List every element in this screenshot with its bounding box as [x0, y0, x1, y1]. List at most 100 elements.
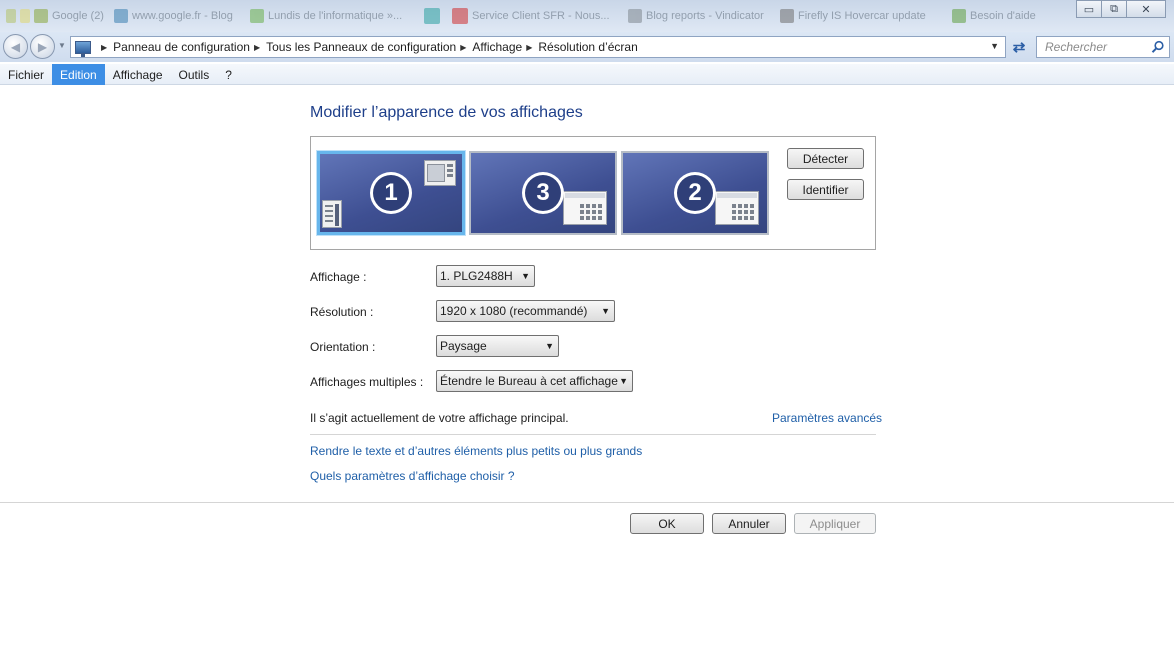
restore-icon: ⧉: [1110, 2, 1118, 15]
menu-help[interactable]: ?: [217, 64, 240, 85]
breadcrumb-arrow-icon[interactable]: ▶: [526, 43, 532, 52]
monitor-window-preview: [715, 191, 759, 225]
taskbar-tab-icon: [250, 9, 264, 23]
minimize-icon: ▭: [1083, 3, 1095, 16]
close-icon: ✕: [1141, 3, 1151, 16]
address-dropdown-icon[interactable]: ▼: [990, 41, 999, 51]
breadcrumb-arrow-icon[interactable]: ▶: [254, 43, 260, 52]
back-arrow-icon: ◀: [10, 39, 21, 54]
taskbar-tab[interactable]: Blog reports - Vindicator: [628, 8, 764, 24]
recent-pages-dropdown[interactable]: ▼: [58, 41, 66, 50]
menu-bar: Fichier Edition Affichage Outils ?: [0, 64, 1174, 85]
monitor-number-badge: 1: [370, 172, 412, 214]
taskbar-tab[interactable]: Besoin d'aide: [952, 8, 1036, 24]
multiple-displays-select-value: Étendre le Bureau à cet affichage: [440, 374, 618, 388]
close-button[interactable]: ✕: [1126, 0, 1166, 18]
monitor-number: 2: [677, 175, 713, 211]
taskbar-tab-icon: [34, 9, 48, 23]
breadcrumb-arrow-icon[interactable]: ▶: [460, 43, 466, 52]
display-select[interactable]: 1. PLG2488H ▼: [436, 265, 535, 287]
divider: [0, 502, 1174, 503]
text-size-link[interactable]: Rendre le texte et d’autres éléments plu…: [310, 444, 642, 458]
page-title: Modifier l’apparence de vos affichages: [310, 104, 583, 121]
multiple-displays-select[interactable]: Étendre le Bureau à cet affichage ▼: [436, 370, 633, 392]
monitor-window-preview: [424, 160, 456, 186]
control-panel-icon: [75, 40, 91, 57]
menu-tools[interactable]: Outils: [171, 64, 218, 85]
taskbar-tab-label: Besoin d'aide: [970, 10, 1036, 22]
window-titlebar: Google (2) www.google.fr - Blog Lundis d…: [0, 0, 1174, 32]
taskbar-tab-label: www.google.fr - Blog: [132, 10, 233, 22]
window-controls: ▭ ⧉ ✕: [1076, 0, 1166, 18]
monitor-arrangement-panel: 1 3 2 Détecter Identifier: [310, 136, 876, 250]
monitor-window-preview: [563, 191, 607, 225]
monitor-number-badge: 2: [674, 172, 716, 214]
taskbar-tab-icon: [452, 8, 468, 24]
orientation-select-value: Paysage: [440, 339, 487, 353]
ok-button[interactable]: OK: [630, 513, 704, 534]
monitor-number: 1: [373, 175, 409, 211]
resolution-select-value: 1920 x 1080 (recommandé): [440, 304, 588, 318]
display-select-value: 1. PLG2488H: [440, 269, 513, 283]
taskbar-tab[interactable]: [424, 8, 440, 24]
orientation-select[interactable]: Paysage ▼: [436, 335, 559, 357]
search-box[interactable]: [1036, 36, 1170, 58]
chevron-down-icon: ▼: [545, 341, 554, 351]
taskbar-tab-icon: [20, 9, 30, 23]
primary-display-status: Il s’agit actuellement de votre affichag…: [310, 411, 569, 425]
which-settings-link[interactable]: Quels paramètres d’affichage choisir ?: [310, 469, 515, 483]
taskbar-tab[interactable]: Firefly IS Hovercar update: [780, 8, 926, 24]
taskbar-tab[interactable]: Service Client SFR - Nous...: [452, 8, 610, 24]
identify-button[interactable]: Identifier: [787, 179, 864, 200]
advanced-settings-link[interactable]: Paramètres avancés: [772, 411, 882, 425]
taskbar-tab-icon: [628, 9, 642, 23]
cancel-button[interactable]: Annuler: [712, 513, 786, 534]
taskbar-tab-label: Service Client SFR - Nous...: [472, 10, 610, 22]
minimize-button[interactable]: ▭: [1076, 0, 1102, 18]
monitor-window-preview: [322, 200, 342, 228]
detect-button[interactable]: Détecter: [787, 148, 864, 169]
taskbar-tab[interactable]: [6, 8, 30, 24]
display-label: Affichage :: [310, 270, 367, 284]
taskbar-tab-label: Firefly IS Hovercar update: [798, 10, 926, 22]
taskbar-tab-label: Google (2): [52, 10, 104, 22]
search-input[interactable]: [1045, 40, 1149, 54]
menu-edit[interactable]: Edition: [52, 64, 105, 85]
divider: [310, 434, 876, 435]
monitor-2[interactable]: 2: [621, 151, 769, 235]
restore-button[interactable]: ⧉: [1101, 0, 1127, 18]
monitor-number-badge: 3: [522, 172, 564, 214]
resolution-label: Résolution :: [310, 305, 374, 319]
multiple-displays-label: Affichages multiples :: [310, 375, 424, 389]
breadcrumb-control-panel[interactable]: Panneau de configuration: [113, 40, 250, 54]
monitor-3[interactable]: 3: [469, 151, 617, 235]
chevron-down-icon: ▼: [58, 41, 66, 50]
chevron-down-icon: ▼: [601, 306, 610, 316]
resolution-select[interactable]: 1920 x 1080 (recommandé) ▼: [436, 300, 615, 322]
search-icon[interactable]: [1151, 40, 1165, 54]
breadcrumb-arrow-icon[interactable]: ▶: [101, 43, 107, 52]
forward-button[interactable]: ▶: [30, 34, 55, 59]
taskbar-tab-label: Blog reports - Vindicator: [646, 10, 764, 22]
taskbar-tab-icon: [780, 9, 794, 23]
breadcrumb-screen-resolution[interactable]: Résolution d’écran: [538, 40, 637, 54]
monitor-number: 3: [525, 175, 561, 211]
breadcrumb[interactable]: ▶ Panneau de configuration ▶ Tous les Pa…: [70, 36, 1006, 58]
taskbar-tab-icon: [424, 8, 440, 24]
apply-button[interactable]: Appliquer: [794, 513, 876, 534]
menu-view[interactable]: Affichage: [105, 64, 171, 85]
breadcrumb-all-control-panels[interactable]: Tous les Panneaux de configuration: [266, 40, 456, 54]
refresh-button[interactable]: ⇄: [1008, 36, 1030, 58]
monitor-1[interactable]: 1: [317, 151, 465, 235]
taskbar-tab[interactable]: www.google.fr - Blog: [114, 8, 233, 24]
orientation-label: Orientation :: [310, 340, 376, 354]
back-button[interactable]: ◀: [3, 34, 28, 59]
taskbar-tab[interactable]: Google (2): [34, 8, 104, 24]
breadcrumb-display[interactable]: Affichage: [472, 40, 522, 54]
menu-file[interactable]: Fichier: [0, 64, 52, 85]
forward-arrow-icon: ▶: [37, 39, 48, 54]
address-bar: ◀ ▶ ▼ ▶ Panneau de configuration ▶ Tous …: [0, 32, 1174, 62]
taskbar-tab-icon: [114, 9, 128, 23]
taskbar-tab[interactable]: Lundis de l'informatique »...: [250, 8, 402, 24]
taskbar-tab-icon: [952, 9, 966, 23]
